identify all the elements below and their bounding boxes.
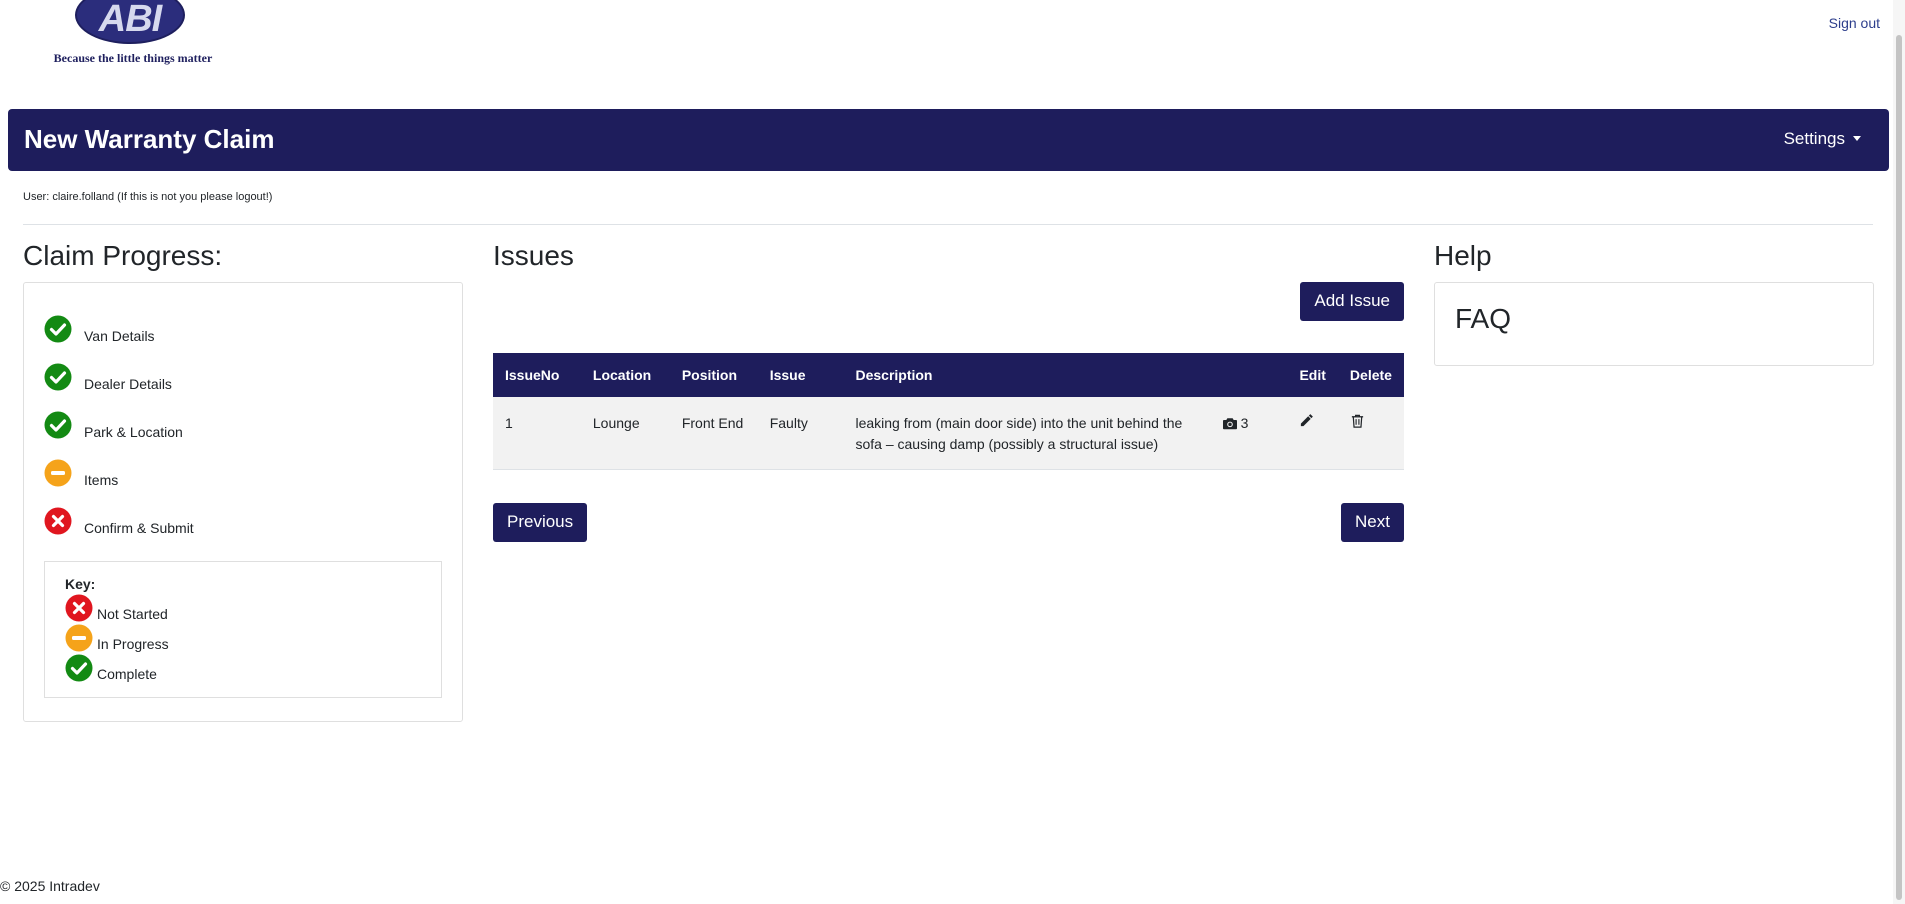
current-user-line: User: claire.folland (If this is not you…: [23, 191, 273, 203]
sign-out-link[interactable]: Sign out: [1829, 15, 1880, 31]
progress-step-items: Items: [44, 449, 442, 497]
progress-step-label: Dealer Details: [84, 376, 172, 392]
next-button[interactable]: Next: [1341, 503, 1404, 542]
minus-circle-icon: [44, 459, 72, 487]
check-circle-icon: [44, 315, 72, 343]
column-header-location: Location: [592, 367, 652, 383]
check-circle-icon: [44, 411, 72, 439]
column-header-delete: Delete: [1349, 367, 1392, 383]
progress-step-dealer-details: Dealer Details: [44, 353, 442, 401]
cell-location: Lounge: [592, 415, 640, 431]
issues-heading: Issues: [493, 240, 574, 271]
check-circle-icon: [44, 363, 72, 391]
progress-step-label: Park & Location: [84, 424, 183, 440]
cell-edit: [1287, 397, 1337, 470]
cell-issue-no: 1: [505, 415, 513, 431]
company-logo[interactable]: ABI Because the little things matter: [38, 0, 228, 70]
x-circle-icon: [65, 594, 93, 622]
key-item-in-progress: In Progress: [65, 622, 421, 652]
column-header-issue: Issue: [769, 367, 806, 383]
table-row: 1 Lounge Front End Faulty leaking from (…: [493, 397, 1404, 470]
settings-label: Settings: [1783, 129, 1845, 148]
pencil-icon[interactable]: [1299, 413, 1314, 428]
caret-down-icon: [1853, 136, 1861, 141]
logo-tagline: Because the little things matter: [53, 51, 213, 65]
key-item-complete: Complete: [65, 652, 421, 682]
column-header-description: Description: [855, 367, 933, 383]
cell-photos[interactable]: 3: [1211, 397, 1288, 470]
table-header-row: IssueNo Location Position Issue Descript…: [493, 353, 1404, 397]
claim-progress-section: Claim Progress: Van Details Dealer Detai…: [23, 240, 463, 722]
cell-description: leaking from (main door side) into the u…: [855, 415, 1183, 452]
issues-section: Issues Add Issue IssueNo Location Positi…: [493, 240, 1404, 542]
key-label: Complete: [97, 666, 157, 682]
key-label: In Progress: [97, 636, 169, 652]
previous-button[interactable]: Previous: [493, 503, 588, 542]
cell-position: Front End: [681, 415, 744, 431]
column-header-issueno: IssueNo: [505, 367, 560, 383]
photo-count: 3: [1240, 415, 1249, 431]
status-key: Key: Not Started In Progress Complete: [44, 561, 442, 698]
scrollbar-thumb[interactable]: [1896, 35, 1902, 900]
trash-icon[interactable]: [1350, 413, 1365, 429]
x-circle-icon: [44, 507, 72, 535]
cell-issue: Faulty: [769, 415, 808, 431]
cell-delete: [1338, 397, 1404, 470]
progress-step-label: Van Details: [84, 328, 155, 344]
faq-card[interactable]: FAQ: [1434, 282, 1874, 366]
claim-progress-heading: Claim Progress:: [23, 240, 223, 271]
progress-step-park-location: Park & Location: [44, 401, 442, 449]
divider: [23, 224, 1873, 225]
progress-step-label: Items: [84, 472, 119, 488]
page-title: New Warranty Claim: [24, 124, 275, 154]
footer-copyright: © 2025 Intradev: [0, 878, 100, 894]
column-header-position: Position: [681, 367, 738, 383]
column-header-photos: [1211, 353, 1288, 397]
progress-step-van-details: Van Details: [44, 305, 442, 353]
page-header-bar: New Warranty Claim Settings: [8, 109, 1889, 171]
issues-table: IssueNo Location Position Issue Descript…: [493, 353, 1404, 470]
key-item-not-started: Not Started: [65, 592, 421, 622]
logo-text: ABI: [98, 0, 162, 40]
settings-dropdown[interactable]: Settings: [1784, 129, 1861, 149]
column-header-edit: Edit: [1299, 367, 1326, 383]
page-scrollbar[interactable]: [1893, 0, 1905, 904]
camera-icon: [1222, 418, 1237, 430]
check-circle-icon: [65, 654, 93, 682]
help-section: Help FAQ: [1434, 240, 1874, 366]
help-heading: Help: [1434, 240, 1492, 271]
minus-circle-icon: [65, 624, 93, 652]
add-issue-button[interactable]: Add Issue: [1300, 282, 1404, 321]
key-title: Key:: [65, 576, 96, 592]
faq-title: FAQ: [1455, 303, 1512, 334]
claim-progress-card: Van Details Dealer Details Park & Locati…: [23, 282, 463, 722]
key-label: Not Started: [97, 606, 168, 622]
progress-step-confirm-submit: Confirm & Submit: [44, 497, 442, 545]
logo-emblem: ABI: [75, 0, 185, 44]
progress-step-label: Confirm & Submit: [84, 520, 194, 536]
